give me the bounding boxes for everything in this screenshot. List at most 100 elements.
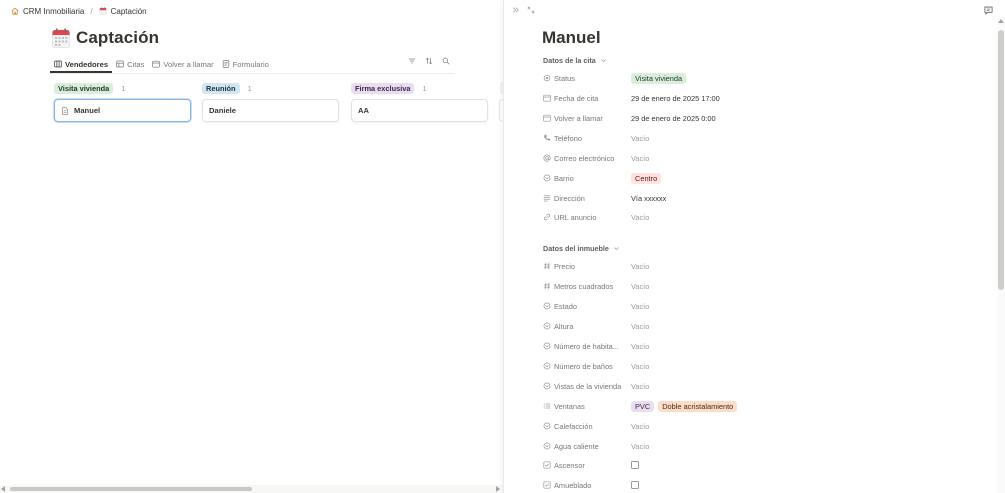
property-row[interactable]: URL anuncio Vacío: [543, 211, 983, 223]
tab-volver-a-llamar[interactable]: Volver a llamar: [148, 56, 217, 72]
property-label-text: Altura: [554, 321, 574, 331]
board-card[interactable]: AA: [351, 99, 488, 122]
property-value[interactable]: Vacío: [631, 282, 649, 291]
horizontal-scrollbar[interactable]: [0, 485, 503, 493]
property-row[interactable]: Número de baños Vacío: [543, 360, 983, 372]
page-header: Captación: [52, 28, 159, 48]
section-header-datos-inmueble[interactable]: Datos del inmueble: [543, 244, 620, 253]
property-row[interactable]: Teléfono Vacío: [543, 132, 983, 144]
empty-value: Vacío: [631, 361, 650, 371]
property-row[interactable]: Barrio Centro: [543, 172, 983, 184]
property-value[interactable]: 29 de enero de 2025 0:00: [631, 114, 716, 123]
scrollbar-thumb[interactable]: [998, 30, 1004, 290]
property-value[interactable]: Vacío: [631, 213, 649, 222]
property-value[interactable]: Vacío: [631, 362, 649, 371]
property-label: Metros cuadrados: [543, 282, 631, 291]
property-value[interactable]: Visita vivienda: [631, 72, 687, 84]
tab-label: Citas: [127, 59, 145, 69]
property-label: Agua caliente: [543, 442, 631, 451]
empty-value: Vacío: [631, 133, 650, 143]
property-label-text: Número de habita...: [554, 341, 619, 351]
property-row[interactable]: Ascensor: [543, 459, 983, 471]
property-row[interactable]: Precio Vacío: [543, 260, 983, 272]
scrollbar-thumb[interactable]: [10, 487, 252, 491]
section-header-datos-cita[interactable]: Datos de la cita: [543, 56, 607, 65]
card-title: Daniele: [209, 106, 237, 115]
scroll-up-arrow[interactable]: [998, 19, 1004, 23]
tab-vendedores[interactable]: Vendedores: [50, 56, 113, 73]
card-title: AA: [358, 106, 369, 115]
expand-icon[interactable]: [527, 6, 535, 14]
property-row[interactable]: Estado Vacío: [543, 300, 983, 312]
checkbox-icon: [543, 481, 551, 489]
property-value[interactable]: Vacío: [631, 422, 649, 431]
board-card[interactable]: Daniele: [202, 99, 339, 122]
tab-citas[interactable]: Citas: [112, 56, 148, 72]
property-value[interactable]: Vacío: [631, 442, 649, 451]
property-row[interactable]: Dirección Vía xxxxxx: [543, 192, 983, 204]
property-value[interactable]: [631, 481, 639, 489]
property-row[interactable]: Amueblado: [543, 479, 983, 491]
property-row[interactable]: Agua caliente Vacío: [543, 440, 983, 452]
column-header[interactable]: Firma exclusiva 1: [351, 82, 489, 94]
property-row[interactable]: Metros cuadrados Vacío: [543, 280, 983, 292]
breadcrumb-page[interactable]: Captación: [99, 7, 147, 16]
empty-value: Vacío: [631, 261, 650, 271]
scroll-left-arrow[interactable]: [1, 486, 5, 492]
property-value[interactable]: Centro: [631, 172, 662, 184]
property-value[interactable]: Vacío: [631, 302, 649, 311]
property-row[interactable]: Número de habita... Vacío: [543, 340, 983, 352]
property-value[interactable]: PVC Doble acristalamiento: [631, 400, 738, 412]
property-row[interactable]: Volver a llamar 29 de enero de 2025 0:00: [543, 112, 983, 124]
property-row[interactable]: Correo electrónico Vacío: [543, 152, 983, 164]
view-tabs: Vendedores Citas Volver a llamar Formula…: [50, 56, 455, 73]
column-header[interactable]: Visita vivienda 1: [54, 82, 192, 94]
filter-icon[interactable]: [408, 57, 416, 65]
property-row[interactable]: Altura Vacío: [543, 320, 983, 332]
search-icon[interactable]: [442, 57, 450, 65]
vertical-scrollbar[interactable]: [997, 16, 1005, 493]
board-card[interactable]: Manuel: [54, 99, 191, 122]
property-label-text: Número de baños: [554, 361, 613, 371]
property-row[interactable]: Status Visita vivienda: [543, 72, 983, 84]
select-icon: [543, 302, 551, 310]
record-title[interactable]: Manuel: [542, 28, 601, 48]
property-value[interactable]: 29 de enero de 2025 17:00: [631, 94, 720, 103]
property-row[interactable]: Fecha de cita 29 de enero de 2025 17:00: [543, 92, 983, 104]
property-row[interactable]: Vistas de la vivienda Vacío: [543, 380, 983, 392]
number-icon: [543, 262, 551, 270]
close-peek-icon[interactable]: [512, 6, 520, 14]
empty-value: Vacío: [631, 321, 650, 331]
property-value[interactable]: Vacío: [631, 134, 649, 143]
scroll-right-arrow[interactable]: [496, 486, 500, 492]
board-column-visita-vivienda: Visita vivienda 1 Manuel: [54, 82, 192, 122]
tab-label: Formulario: [232, 59, 269, 69]
empty-value: Vacío: [631, 421, 650, 431]
property-value[interactable]: Vacío: [631, 154, 649, 163]
select-icon: [543, 322, 551, 330]
calendar-emoji-icon: [52, 28, 70, 48]
property-label: Volver a llamar: [543, 114, 631, 123]
property-value[interactable]: Vacío: [631, 382, 649, 391]
property-label: Ascensor: [543, 461, 631, 470]
column-count: 1: [247, 83, 252, 93]
property-label-text: Barrio: [554, 173, 574, 183]
column-status-tag: Reunión: [202, 82, 240, 94]
property-value[interactable]: Vacío: [631, 262, 649, 271]
checkbox[interactable]: [631, 481, 639, 489]
property-row[interactable]: Ventanas PVC Doble acristalamiento: [543, 400, 983, 412]
property-value[interactable]: Vacío: [631, 322, 649, 331]
comment-icon[interactable]: [984, 6, 993, 15]
tab-formulario[interactable]: Formulario: [218, 56, 273, 72]
property-value[interactable]: Vía xxxxxx: [631, 194, 666, 203]
breadcrumb-workspace[interactable]: CRM Inmobiliaria: [11, 7, 84, 16]
property-row[interactable]: Calefacción Vacío: [543, 420, 983, 432]
select-icon: [543, 174, 551, 182]
column-header[interactable]: Reunión 1: [202, 82, 340, 94]
property-value[interactable]: Vacío: [631, 342, 649, 351]
checkbox[interactable]: [631, 461, 639, 469]
board-pane: CRM Inmobiliaria / Captación Captación V…: [0, 0, 503, 493]
calendar-emoji-icon: [99, 7, 107, 15]
property-value[interactable]: [631, 461, 639, 469]
sort-icon[interactable]: [425, 57, 433, 65]
